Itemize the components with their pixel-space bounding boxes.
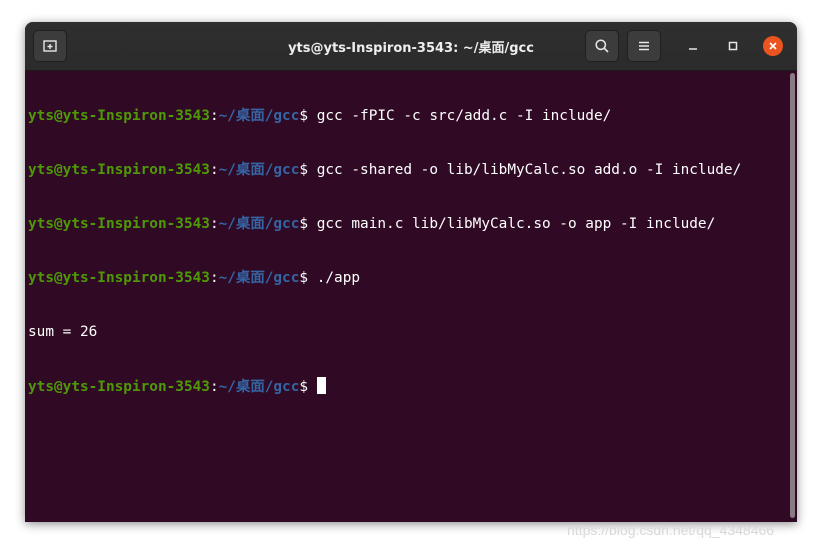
prompt-dollar: $ xyxy=(299,270,317,286)
prompt-path: ~/桌面/gcc xyxy=(218,216,300,232)
command-text: gcc -fPIC -c src/add.c -I include/ xyxy=(316,108,612,124)
prompt-path: ~/桌面/gcc xyxy=(218,270,300,286)
terminal-line: yts@yts-Inspiron-3543:~/桌面/gcc$ gcc -sha… xyxy=(28,161,787,179)
prompt-user: yts@yts-Inspiron-3543 xyxy=(28,270,210,286)
window-title: yts@yts-Inspiron-3543: ~/桌面/gcc xyxy=(288,41,534,56)
title-bar[interactable]: yts@yts-Inspiron-3543: ~/桌面/gcc xyxy=(25,22,797,71)
watermark-text: https://blog.csdn.net/qq_4348466 xyxy=(567,522,775,538)
prompt-user: yts@yts-Inspiron-3543 xyxy=(28,108,210,124)
prompt-colon: : xyxy=(209,216,219,232)
command-text: gcc main.c lib/libMyCalc.so -o app -I in… xyxy=(316,216,716,232)
terminal-line: yts@yts-Inspiron-3543:~/桌面/gcc$ ./app xyxy=(28,269,787,287)
maximize-icon xyxy=(728,41,738,51)
prompt-user: yts@yts-Inspiron-3543 xyxy=(28,162,210,178)
terminal-line: sum = 26 xyxy=(28,323,787,341)
prompt-user: yts@yts-Inspiron-3543 xyxy=(28,216,210,232)
prompt-colon: : xyxy=(209,270,219,286)
prompt-colon: : xyxy=(209,379,219,395)
terminal-line: yts@yts-Inspiron-3543:~/桌面/gcc$ gcc -fPI… xyxy=(28,107,787,125)
prompt-colon: : xyxy=(209,108,219,124)
prompt-path: ~/桌面/gcc xyxy=(218,108,300,124)
prompt-path: ~/桌面/gcc xyxy=(218,162,300,178)
prompt-path: ~/桌面/gcc xyxy=(218,379,300,395)
prompt-dollar: $ xyxy=(299,162,317,178)
hamburger-menu-icon xyxy=(639,41,649,51)
prompt-dollar: $ xyxy=(299,379,317,395)
close-icon xyxy=(769,42,777,50)
text-cursor xyxy=(316,377,326,394)
prompt-user: yts@yts-Inspiron-3543 xyxy=(28,379,210,395)
program-output: sum = 26 xyxy=(28,324,98,340)
close-button[interactable] xyxy=(763,36,783,56)
prompt-dollar: $ xyxy=(299,108,317,124)
terminal-line: yts@yts-Inspiron-3543:~/桌面/gcc$ xyxy=(28,377,787,395)
prompt-dollar: $ xyxy=(299,216,317,232)
menu-button[interactable] xyxy=(627,30,661,62)
minimize-button[interactable] xyxy=(683,36,703,56)
terminal-line: yts@yts-Inspiron-3543:~/桌面/gcc$ gcc main… xyxy=(28,215,787,233)
minimize-icon xyxy=(689,48,697,50)
search-icon xyxy=(595,39,609,53)
maximize-button[interactable] xyxy=(723,36,743,56)
command-text: gcc -shared -o lib/libMyCalc.so add.o -I… xyxy=(316,162,742,178)
prompt-colon: : xyxy=(209,162,219,178)
scrollbar-thumb[interactable] xyxy=(790,73,795,518)
command-text: ./app xyxy=(316,270,361,286)
scrollbar[interactable] xyxy=(788,71,797,522)
terminal-output[interactable]: yts@yts-Inspiron-3543:~/桌面/gcc$ gcc -fPI… xyxy=(25,71,787,522)
terminal-window: yts@yts-Inspiron-3543: ~/桌面/gcc yts@yts-… xyxy=(25,22,797,522)
search-button[interactable] xyxy=(585,30,619,62)
